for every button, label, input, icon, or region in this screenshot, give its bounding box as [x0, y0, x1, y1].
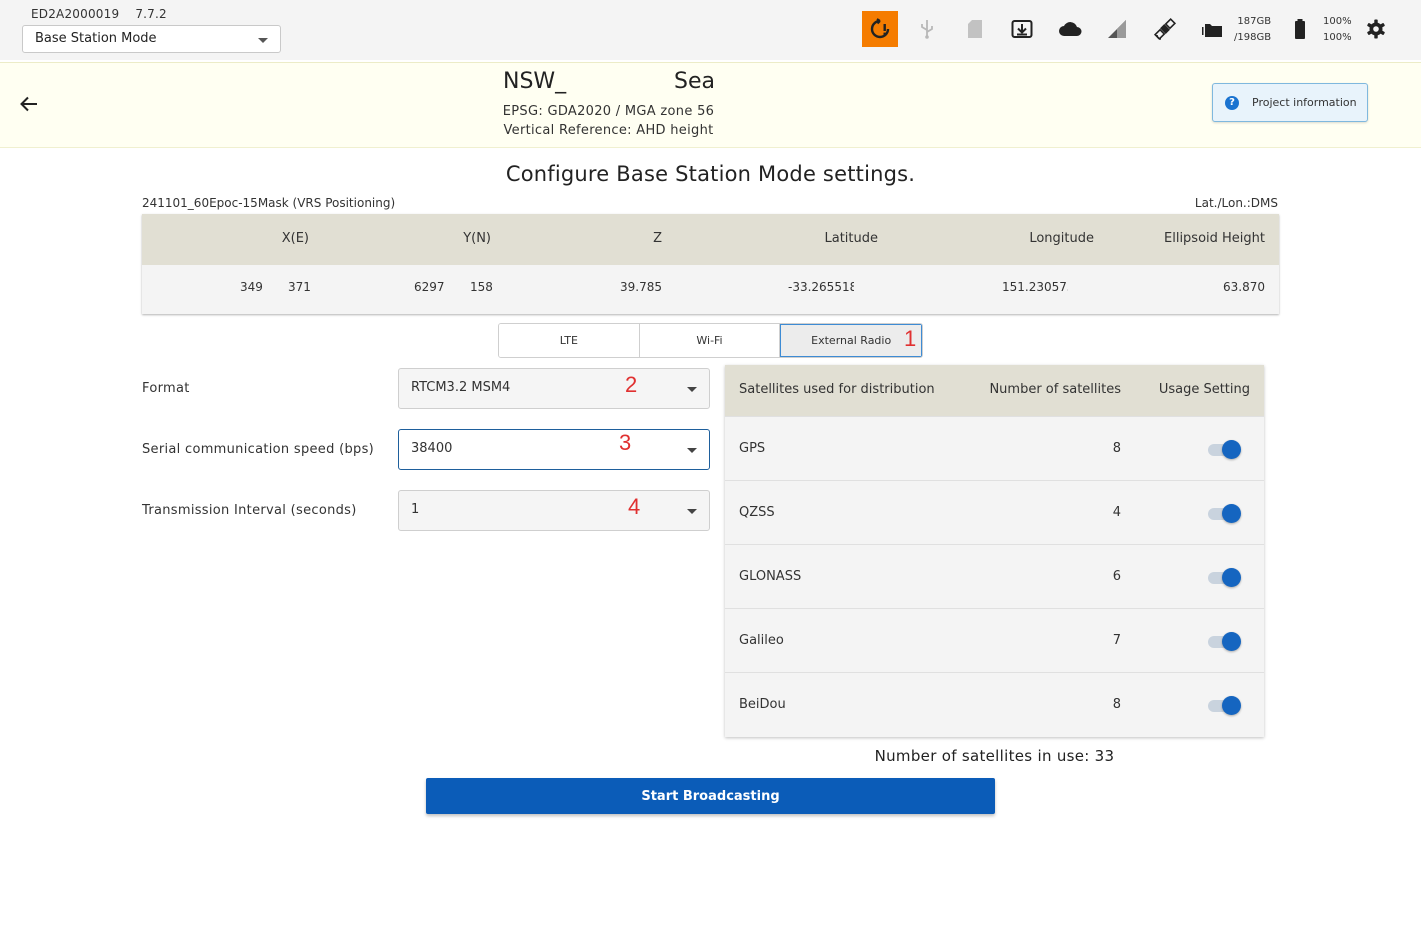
satellite-name: BeiDou	[739, 697, 786, 712]
mode-select[interactable]: Base Station Mode	[22, 25, 281, 53]
galileo-usage-toggle[interactable]	[1208, 631, 1242, 651]
satellite-count: 4	[1112, 505, 1121, 520]
tab-lte[interactable]: LTE	[499, 324, 640, 357]
satellite-count: 6	[1112, 569, 1121, 584]
coordinate-table: X(E) Y(N) Z Latitude Longitude Ellipsoid…	[142, 214, 1279, 314]
battery-level-1: 100%	[1323, 16, 1352, 27]
satellite-count: 8	[1112, 441, 1121, 456]
header-z: Z	[653, 231, 662, 246]
storage-info: 187GB /198GB	[1234, 14, 1271, 46]
satellite-row-qzss: QZSS 4	[725, 480, 1264, 544]
annotation-marker-3: 3	[619, 430, 632, 455]
format-select[interactable]: RTCM3.2 MSM4	[398, 368, 710, 409]
serial-speed-select[interactable]: 38400	[398, 429, 710, 470]
coordinate-table-header: X(E) Y(N) Z Latitude Longitude Ellipsoid…	[142, 214, 1279, 265]
chevron-down-icon	[258, 38, 268, 43]
signal-icon	[1099, 11, 1135, 47]
value-z: 39.785	[620, 280, 662, 294]
format-select-value: RTCM3.2 MSM4	[411, 380, 511, 395]
annotation-marker-1: 1	[904, 326, 917, 351]
satellite-name: GLONASS	[739, 569, 802, 584]
satellite-table: Satellites used for distribution Number …	[725, 365, 1264, 737]
storage-total: /198GB	[1234, 32, 1272, 43]
value-x-part2: 371	[288, 280, 311, 294]
top-bar: ED2A2000019 7.7.2 Base Station Mode 187G…	[0, 0, 1421, 60]
annotation-marker-2: 2	[625, 372, 638, 397]
annotation-marker-4: 4	[628, 494, 641, 519]
gear-icon[interactable]	[1358, 11, 1394, 47]
value-y-part2: 158	[470, 280, 493, 294]
battery-levels: 100% 100%	[1323, 14, 1352, 46]
project-information-button[interactable]: ? Project information	[1212, 83, 1368, 122]
project-name-part1: NSW_	[503, 69, 567, 94]
chevron-down-icon	[687, 448, 697, 453]
tab-external-radio[interactable]: External Radio	[780, 324, 922, 357]
satellite-icon[interactable]	[1147, 11, 1183, 47]
satellites-in-use-total: Number of satellites in use: 33	[874, 747, 1115, 765]
chevron-down-icon	[687, 387, 697, 392]
device-info: ED2A2000019 7.7.2	[31, 7, 167, 21]
transmission-interval-value: 1	[411, 502, 420, 517]
value-longitude: 151.230575	[1002, 280, 1068, 294]
battery-icon	[1282, 11, 1318, 47]
satellite-count: 8	[1112, 697, 1121, 712]
device-id: ED2A2000019	[31, 7, 120, 21]
glonass-usage-toggle[interactable]	[1208, 567, 1242, 587]
project-epsg: EPSG: GDA2020 / MGA zone 56	[502, 104, 715, 119]
serial-speed-label: Serial communication speed (bps)	[142, 442, 375, 457]
header-latitude: Latitude	[824, 231, 878, 246]
page-title: Configure Base Station Mode settings.	[505, 162, 916, 186]
header-x: X(E)	[281, 231, 309, 246]
header-ellipsoid-height: Ellipsoid Height	[1164, 231, 1265, 246]
value-ellipsoid-height: 63.870	[1223, 280, 1265, 294]
project-information-label: Project information	[1252, 96, 1357, 109]
sd-card-icon	[957, 11, 993, 47]
download-icon[interactable]	[1004, 11, 1040, 47]
header-longitude: Longitude	[1029, 231, 1094, 246]
satellite-row-beidou: BeiDou 8	[725, 672, 1264, 736]
coordinate-table-row: 349 371 6297 158 39.785 -33.265518 151.2…	[142, 265, 1279, 314]
storage-used: 187GB	[1237, 16, 1272, 27]
config-name: 241101_60Epoc-15Mask (VRS Positioning)	[142, 196, 396, 210]
usb-icon	[909, 11, 945, 47]
value-y-part1: 6297	[414, 280, 445, 294]
satellite-name: Galileo	[739, 633, 784, 648]
satellite-name: QZSS	[739, 505, 775, 520]
gps-usage-toggle[interactable]	[1208, 439, 1242, 459]
project-header: NSW_ Sea EPSG: GDA2020 / MGA zone 56 Ver…	[0, 62, 1421, 148]
satellite-row-gps: GPS 8	[725, 416, 1264, 480]
help-icon: ?	[1225, 95, 1239, 110]
coordinate-format[interactable]: Lat./Lon.:DMS	[1195, 196, 1278, 210]
battery-level-2: 100%	[1323, 32, 1352, 43]
header-number-of-satellites: Number of satellites	[989, 382, 1121, 397]
mode-select-value: Base Station Mode	[35, 31, 157, 46]
start-broadcasting-button[interactable]: Start Broadcasting	[426, 778, 995, 814]
connection-tabs: LTE Wi-Fi External Radio	[498, 323, 923, 358]
transmission-interval-label: Transmission Interval (seconds)	[142, 503, 357, 518]
satellite-table-header: Satellites used for distribution Number …	[725, 365, 1264, 416]
folder-icon[interactable]	[1194, 11, 1230, 47]
format-label: Format	[142, 381, 190, 396]
satellite-row-glonass: GLONASS 6	[725, 544, 1264, 608]
header-y: Y(N)	[463, 231, 491, 246]
satellite-name: GPS	[739, 441, 766, 456]
tab-wifi[interactable]: Wi-Fi	[639, 324, 781, 357]
qzss-usage-toggle[interactable]	[1208, 503, 1242, 523]
satellite-count: 7	[1112, 633, 1121, 648]
header-satellites: Satellites used for distribution	[739, 382, 935, 397]
serial-speed-value: 38400	[411, 441, 453, 456]
chevron-down-icon	[687, 509, 697, 514]
project-vertical-reference: Vertical Reference: AHD height	[503, 123, 714, 138]
header-usage-setting: Usage Setting	[1158, 382, 1250, 397]
cloud-icon[interactable]	[1052, 11, 1088, 47]
alert-icon[interactable]	[862, 11, 898, 47]
beidou-usage-toggle[interactable]	[1208, 695, 1242, 715]
firmware-version: 7.7.2	[135, 7, 167, 21]
transmission-interval-select[interactable]: 1	[398, 490, 710, 531]
project-name-part2: Sea	[674, 69, 715, 94]
satellite-row-galileo: Galileo 7	[725, 608, 1264, 672]
value-latitude: -33.265518	[788, 280, 854, 294]
value-x-part1: 349	[240, 280, 263, 294]
